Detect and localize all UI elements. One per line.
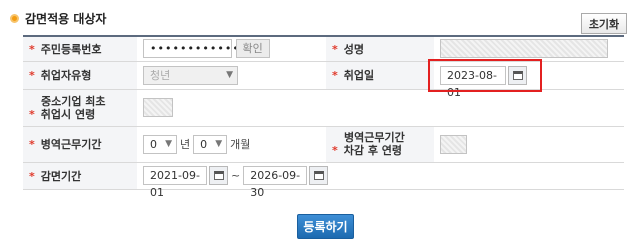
required-star: * bbox=[332, 144, 338, 157]
required-star: * bbox=[29, 42, 35, 56]
military-years-value: 0 bbox=[150, 137, 157, 151]
rrn-label-cell: * 주민등록번호 bbox=[23, 36, 137, 62]
military-age-input[interactable] bbox=[440, 134, 467, 154]
range-separator: ~ bbox=[231, 168, 241, 182]
chevron-down-icon: ▼ bbox=[226, 69, 233, 80]
reduction-end-input[interactable]: 2026-09-30 bbox=[243, 166, 308, 199]
emp-type-value: 청년 bbox=[150, 68, 171, 82]
reduction-start-input[interactable]: 2021-09-01 bbox=[143, 166, 207, 199]
military-months-value: 0 bbox=[200, 137, 208, 151]
military-months-select[interactable]: 0 ▼ bbox=[193, 134, 228, 154]
reduction-label: 감면기간 bbox=[40, 169, 82, 183]
required-star: * bbox=[29, 138, 35, 151]
military-label: 병역근무기간 bbox=[40, 138, 102, 151]
reset-button[interactable]: 초기화 bbox=[581, 13, 627, 34]
emp-type-select[interactable]: 청년 ▼ bbox=[143, 65, 238, 85]
section-title: 감면적용 대상자 bbox=[10, 10, 106, 27]
required-star: * bbox=[29, 169, 35, 183]
military-age-label-line2: 차감 후 연령 bbox=[343, 144, 403, 157]
sme-age-label-line2: 취업시 연령 bbox=[40, 107, 96, 121]
bullet-icon bbox=[10, 14, 19, 23]
name-input[interactable] bbox=[440, 39, 608, 59]
required-star: * bbox=[332, 69, 338, 82]
submit-button[interactable]: 등록하기 bbox=[297, 214, 354, 239]
emp-type-label: 취업자유형 bbox=[40, 69, 92, 82]
required-star: * bbox=[29, 69, 35, 82]
month-unit: 개월 bbox=[230, 138, 251, 151]
required-star: * bbox=[29, 107, 35, 121]
calendar-icon[interactable] bbox=[209, 166, 228, 185]
military-years-select[interactable]: 0 ▼ bbox=[143, 134, 177, 154]
sme-age-input[interactable] bbox=[143, 98, 173, 117]
rrn-check-button[interactable]: 확인 bbox=[235, 39, 270, 59]
military-age-label-line1: 병역근무기간 bbox=[344, 131, 405, 144]
emp-date-label: 취업일 bbox=[343, 69, 375, 82]
rrn-input[interactable]: •••••••••••••• bbox=[143, 39, 254, 59]
highlight-box bbox=[428, 59, 542, 92]
chevron-down-icon: ▼ bbox=[215, 138, 223, 149]
year-unit: 년 bbox=[180, 138, 191, 151]
name-label: 성명 bbox=[343, 42, 365, 56]
chevron-down-icon: ▼ bbox=[165, 138, 172, 149]
calendar-icon[interactable] bbox=[309, 166, 329, 185]
rrn-label: 주민등록번호 bbox=[40, 42, 102, 56]
required-star: * bbox=[332, 42, 338, 56]
section-title-text: 감면적용 대상자 bbox=[25, 12, 107, 26]
sme-age-label-line1: 중소기업 최초 bbox=[41, 94, 106, 108]
